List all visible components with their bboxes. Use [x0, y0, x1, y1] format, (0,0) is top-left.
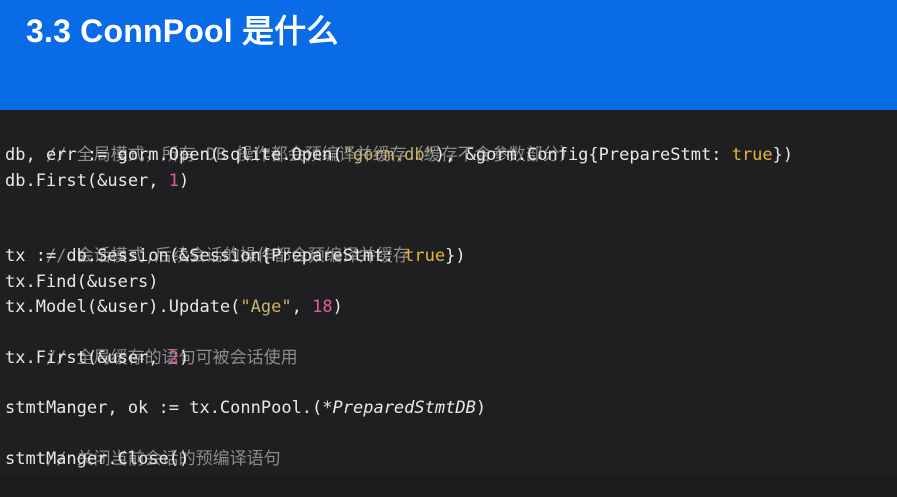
code-text: ): [332, 297, 343, 318]
code-number: 18: [312, 297, 333, 318]
slide-header: 3.3 ConnPool 是什么: [0, 0, 897, 110]
code-text: tx.First(&user,: [5, 347, 169, 368]
code-line: // 全局缓存的语句可被会话使用: [5, 320, 897, 368]
code-string: "Age": [240, 297, 292, 318]
code-line: stmtManger.Close(): [5, 447, 897, 472]
code-line: tx := db.Session(&Session{PrepareStmt: t…: [5, 244, 897, 269]
code-text: ), &gorm.Config{PrepareStmt:: [434, 145, 732, 166]
code-block: // 全局模式，所有 DB 操作都会预编译并缓存（缓存不含参数部分） db, e…: [0, 110, 897, 476]
code-line: // 关闭当前会话的预编译语句: [5, 422, 897, 469]
code-text: }): [445, 246, 466, 267]
code-text: ): [179, 347, 190, 368]
code-number: 1: [168, 170, 180, 191]
code-text: ,: [291, 297, 313, 318]
code-line: tx.Find(&users): [5, 270, 897, 295]
code-number: 2: [168, 347, 180, 368]
code-text: db.First(&user,: [5, 170, 169, 191]
code-text: ): [179, 170, 190, 191]
code-line: // 会话模式,后续会话的操作都会预编译并缓存: [5, 219, 897, 266]
code-text: stmtManger.Close(): [5, 448, 190, 469]
slide-title: 3.3 ConnPool 是什么: [26, 13, 339, 49]
code-text: db, err := gorm.Open(sqlite.Open(: [5, 145, 343, 166]
code-text: tx := db.Session(&Session{PrepareStmt:: [5, 246, 405, 267]
code-line: tx.First(&user, 2): [5, 346, 897, 371]
code-line: stmtManger, ok := tx.ConnPool.(*Prepared…: [5, 396, 897, 421]
code-line: tx.Model(&user).Update("Age", 18): [5, 295, 897, 320]
code-keyword: true: [404, 246, 446, 267]
code-text: tx.Model(&user).Update(: [5, 297, 241, 318]
code-text: stmtManger, ok := tx.ConnPool.(: [5, 398, 323, 419]
code-string: "gorm.db": [342, 145, 435, 166]
code-type: *PreparedStmtDB: [322, 398, 476, 419]
code-line: db.First(&user, 1): [5, 169, 897, 194]
code-text: }): [772, 145, 794, 166]
code-text: tx.Find(&users): [5, 271, 159, 292]
code-keyword: true: [731, 145, 773, 166]
code-text: ): [475, 398, 487, 419]
code-line: // 全局模式，所有 DB 操作都会预编译并缓存（缓存不含参数部分）: [5, 118, 897, 165]
code-line: db, err := gorm.Open(sqlite.Open("gorm.d…: [5, 143, 897, 168]
